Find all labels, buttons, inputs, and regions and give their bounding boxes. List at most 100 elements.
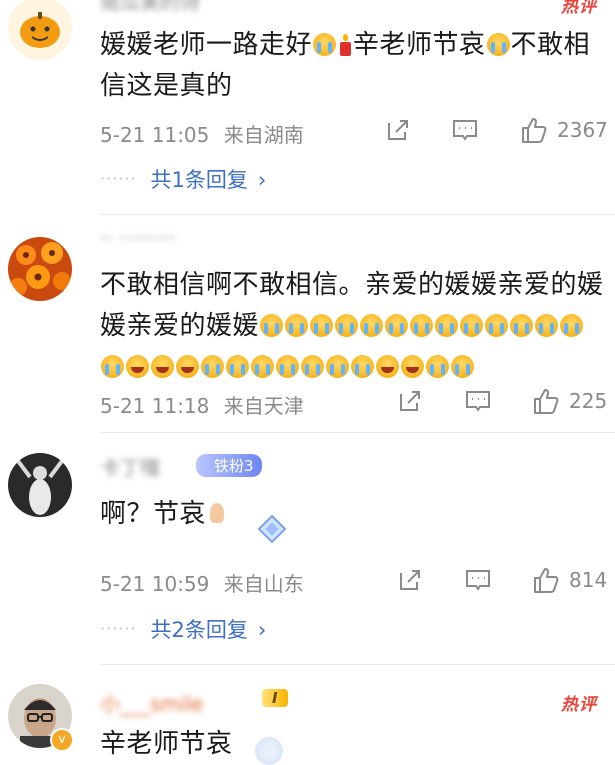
comment-button[interactable] — [464, 387, 492, 415]
crying-emoji-icon — [351, 355, 374, 378]
thumbs-up-icon — [522, 118, 547, 143]
comment-location: 来自湖南 — [223, 123, 304, 147]
comment-location: 来自山东 — [223, 572, 304, 596]
thumbs-up-icon — [534, 568, 559, 593]
crying-emoji-icon — [426, 355, 449, 378]
comment-text-line: 媛亲爱的媛媛 — [100, 306, 610, 347]
replies-label: 共1条回复 — [150, 168, 248, 192]
crying-emoji-icon — [310, 314, 334, 337]
chevron-right-icon: › — [257, 618, 267, 642]
flowers-avatar-icon — [8, 237, 72, 301]
comment-text-part: 辛老师节哀 — [100, 729, 233, 759]
crying-emoji-icon — [535, 314, 559, 337]
hot-comment-tag: 热评 — [561, 695, 597, 715]
comment-time: 5-21 11:18 — [100, 394, 210, 418]
crying-emoji-icon — [285, 314, 309, 337]
comment-icon — [466, 570, 490, 591]
crying-emoji-icon — [101, 355, 124, 378]
verified-badge-icon: v — [50, 728, 74, 752]
comment-text-line: 不敢相信啊不敢相信。亲爱的媛媛亲爱的媛 — [100, 270, 604, 300]
laughing-emoji-icon — [401, 355, 424, 378]
crying-emoji-icon — [460, 314, 484, 337]
sticker-icon — [255, 737, 283, 765]
comment-icon — [453, 120, 477, 141]
dots-icon: ······ — [100, 619, 137, 638]
like-count: 225 — [569, 389, 608, 413]
crying-emoji-icon — [510, 314, 534, 337]
laughing-emoji-icon — [126, 355, 149, 378]
comment-text-part: 媛媛老师一路走好 — [100, 30, 313, 60]
crying-emoji-icon — [251, 355, 274, 378]
crying-emoji-icon — [335, 314, 359, 337]
comment-text-part: 啊？节哀 — [100, 499, 207, 529]
crying-emoji-icon — [226, 355, 249, 378]
like-button[interactable]: 225 — [531, 386, 607, 416]
emoji-row — [100, 347, 610, 388]
comment-text-part: 辛老师节哀 — [353, 30, 486, 60]
comment-meta: 5-21 11:18 来自天津 — [100, 390, 304, 419]
username[interactable]: 南瓜美的诗 — [100, 0, 200, 15]
avatar[interactable] — [8, 237, 72, 301]
crying-emoji-icon — [260, 314, 284, 337]
candle-emoji-icon — [337, 34, 353, 56]
crying-emoji-icon — [435, 314, 459, 337]
repost-icon — [388, 120, 408, 140]
laughing-emoji-icon — [151, 355, 174, 378]
crying-emoji-icon — [360, 314, 384, 337]
comment-meta: 5-21 10:59 来自山东 — [100, 568, 304, 597]
like-button[interactable]: 2367 — [519, 115, 608, 145]
level-badge: I — [262, 689, 288, 707]
thumbs-up-icon — [534, 389, 559, 414]
username[interactable]: 小___smile — [100, 688, 203, 717]
comment-button[interactable] — [464, 566, 492, 594]
chevron-right-icon: › — [257, 168, 267, 192]
divider — [100, 432, 615, 433]
username[interactable]: ·· ········· — [100, 226, 176, 250]
crying-emoji-icon — [451, 355, 474, 378]
comment-text: 媛媛老师一路走好 辛老师节哀 不敢相信这是真的 — [100, 25, 610, 107]
dots-icon: ······ — [100, 169, 137, 188]
view-replies-link[interactable]: ······ 共2条回复 › — [100, 614, 266, 644]
crying-emoji-icon — [313, 33, 337, 56]
crying-emoji-icon — [301, 355, 324, 378]
laughing-emoji-icon — [376, 355, 399, 378]
repost-icon — [400, 391, 420, 411]
diamond-sticker-icon — [257, 514, 287, 544]
repost-button[interactable] — [384, 116, 412, 144]
pumpkin-avatar-icon — [8, 0, 72, 60]
hot-comment-tag: 热评 — [561, 0, 597, 17]
crying-emoji-icon — [560, 314, 584, 337]
repost-button[interactable] — [396, 387, 424, 415]
crying-emoji-icon — [485, 314, 509, 337]
crying-emoji-icon — [276, 355, 299, 378]
comment-text: 不敢相信啊不敢相信。亲爱的媛媛亲爱的媛 媛亲爱的媛媛 — [100, 265, 610, 388]
replies-label: 共2条回复 — [150, 618, 248, 642]
crying-emoji-icon — [326, 355, 349, 378]
comment-text: 辛老师节哀 — [100, 724, 610, 765]
view-replies-link[interactable]: ······ 共1条回复 › — [100, 164, 266, 194]
praying-hands-emoji-icon — [206, 501, 228, 525]
avatar[interactable] — [8, 0, 72, 60]
crying-emoji-icon — [201, 355, 224, 378]
dancer-avatar-icon — [8, 453, 72, 517]
like-count: 814 — [569, 568, 608, 592]
repost-button[interactable] — [396, 566, 424, 594]
comment-text-part: 媛亲爱的媛媛 — [100, 311, 260, 341]
crying-emoji-icon — [385, 314, 409, 337]
divider — [100, 214, 615, 215]
fan-level-badge: 铁粉3 — [196, 454, 262, 477]
like-button[interactable]: 814 — [531, 565, 607, 595]
laughing-emoji-icon — [176, 355, 199, 378]
repost-icon — [400, 570, 420, 590]
comment-icon — [466, 391, 490, 412]
comment-button[interactable] — [451, 116, 479, 144]
comment-time: 5-21 11:05 — [100, 123, 210, 147]
divider — [100, 664, 615, 665]
avatar[interactable] — [8, 453, 72, 517]
crying-emoji-icon — [486, 33, 510, 56]
like-count: 2367 — [557, 118, 608, 142]
crying-emoji-icon — [410, 314, 434, 337]
username[interactable]: 卡丁嘿 — [100, 452, 160, 481]
comment-text: 啊？节哀 — [100, 494, 610, 535]
comment-time: 5-21 10:59 — [100, 572, 210, 596]
